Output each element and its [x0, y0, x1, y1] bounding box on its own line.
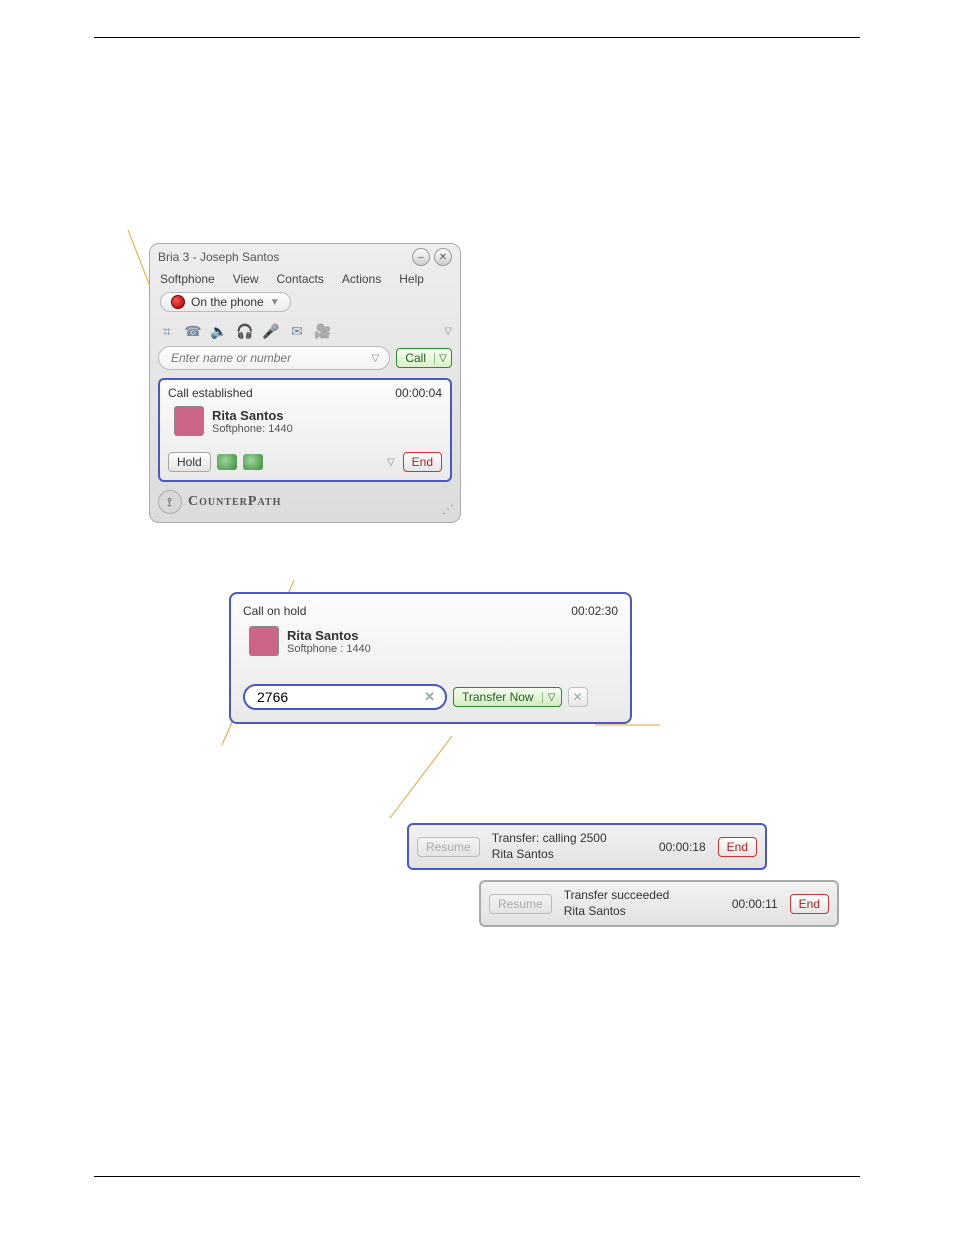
- transfer-now-button[interactable]: Transfer Now ▽: [453, 687, 562, 707]
- rule-bottom: [94, 1176, 860, 1177]
- toolbar: ⌗ ☎ 🔈 🎧 🎤 ✉ 🎥 ▽: [150, 318, 460, 346]
- video-icon[interactable]: 🎥: [314, 322, 332, 340]
- presence-status-selector[interactable]: On the phone ▼: [160, 292, 291, 312]
- softphone-window: Bria 3 - Joseph Santos – ✕ Softphone Vie…: [149, 243, 461, 523]
- transfer-succeeded-strip: Resume Transfer succeeded Rita Santos 00…: [479, 880, 839, 927]
- call-panel-overflow-icon[interactable]: ▽: [387, 457, 395, 468]
- call-button-label: Call: [397, 349, 434, 367]
- speaker-icon[interactable]: 🔈: [210, 322, 228, 340]
- menu-help[interactable]: Help: [399, 272, 424, 286]
- brand-name: CounterPath: [188, 494, 281, 510]
- call-on-hold-panel: Call on hold 00:02:30 Rita Santos Softph…: [229, 592, 632, 724]
- conference-icon[interactable]: [243, 454, 263, 470]
- transfer-icon[interactable]: [217, 454, 237, 470]
- strip2-line2: Rita Santos: [564, 904, 720, 920]
- transfer-number-wrapper[interactable]: ✕: [243, 684, 447, 710]
- hold-status-label: Call on hold: [243, 604, 306, 618]
- transfer-progress-strip: Resume Transfer: calling 2500 Rita Santo…: [407, 823, 767, 870]
- presence-label: On the phone: [191, 295, 264, 309]
- end-button[interactable]: End: [790, 894, 829, 914]
- strip2-timer: 00:00:11: [732, 897, 778, 911]
- minimize-button[interactable]: –: [412, 248, 430, 266]
- menu-contacts[interactable]: Contacts: [277, 272, 324, 286]
- active-call-panel: Call established 00:00:04 Rita Santos So…: [158, 378, 452, 482]
- cancel-transfer-icon[interactable]: ✕: [568, 687, 588, 707]
- brand-footer: ⟟ CounterPath: [150, 482, 460, 514]
- caller-line2: Softphone : 1440: [287, 643, 371, 655]
- end-call-button[interactable]: End: [403, 452, 442, 472]
- strip1-line1: Transfer: calling 2500: [492, 831, 647, 847]
- auto-answer-icon[interactable]: ☎: [184, 322, 202, 340]
- call-status-label: Call established: [168, 386, 253, 400]
- end-button[interactable]: End: [718, 837, 757, 857]
- caller-name: Rita Santos: [212, 408, 293, 423]
- hold-button[interactable]: Hold: [168, 452, 211, 472]
- resize-grip-icon[interactable]: ⋰: [442, 502, 454, 516]
- mic-icon[interactable]: 🎤: [262, 322, 280, 340]
- dial-history-dropdown-icon[interactable]: ▽: [372, 353, 380, 364]
- avatar: [249, 626, 279, 656]
- avatar: [174, 406, 204, 436]
- menu-actions[interactable]: Actions: [342, 272, 381, 286]
- strip1-timer: 00:00:18: [659, 840, 706, 854]
- dial-input[interactable]: [169, 350, 372, 366]
- transfer-now-label: Transfer Now: [454, 688, 542, 706]
- dialpad-icon[interactable]: ⌗: [158, 322, 176, 340]
- call-button[interactable]: Call ▽: [396, 348, 452, 368]
- transfer-now-dropdown-icon[interactable]: ▽: [542, 692, 561, 703]
- dial-row: ▽ Call ▽: [150, 346, 460, 378]
- resume-button: Resume: [489, 894, 552, 914]
- presence-dot-icon: [171, 295, 185, 309]
- brand-logo-icon: ⟟: [158, 490, 182, 514]
- caller-line2: Softphone: 1440: [212, 423, 293, 435]
- toolbar-overflow-icon[interactable]: ▽: [444, 326, 452, 337]
- strip1-line2: Rita Santos: [492, 847, 647, 863]
- transfer-number-input[interactable]: [255, 688, 424, 706]
- rule-top: [94, 37, 860, 38]
- headset-icon[interactable]: 🎧: [236, 322, 254, 340]
- caller-name: Rita Santos: [287, 628, 371, 643]
- menubar: Softphone View Contacts Actions Help: [150, 270, 460, 292]
- call-button-dropdown-icon[interactable]: ▽: [434, 353, 451, 364]
- close-button[interactable]: ✕: [434, 248, 452, 266]
- clear-input-icon[interactable]: ✕: [424, 689, 435, 705]
- menu-softphone[interactable]: Softphone: [160, 272, 215, 286]
- menu-view[interactable]: View: [233, 272, 259, 286]
- window-title: Bria 3 - Joseph Santos: [158, 250, 279, 264]
- hold-timer: 00:02:30: [571, 604, 618, 618]
- strip2-line1: Transfer succeeded: [564, 888, 720, 904]
- resume-button: Resume: [417, 837, 480, 857]
- voicemail-icon[interactable]: ✉: [288, 322, 306, 340]
- call-timer: 00:00:04: [395, 386, 442, 400]
- titlebar: Bria 3 - Joseph Santos – ✕: [150, 244, 460, 270]
- dial-input-wrapper[interactable]: ▽: [158, 346, 390, 370]
- chevron-down-icon: ▼: [270, 297, 280, 308]
